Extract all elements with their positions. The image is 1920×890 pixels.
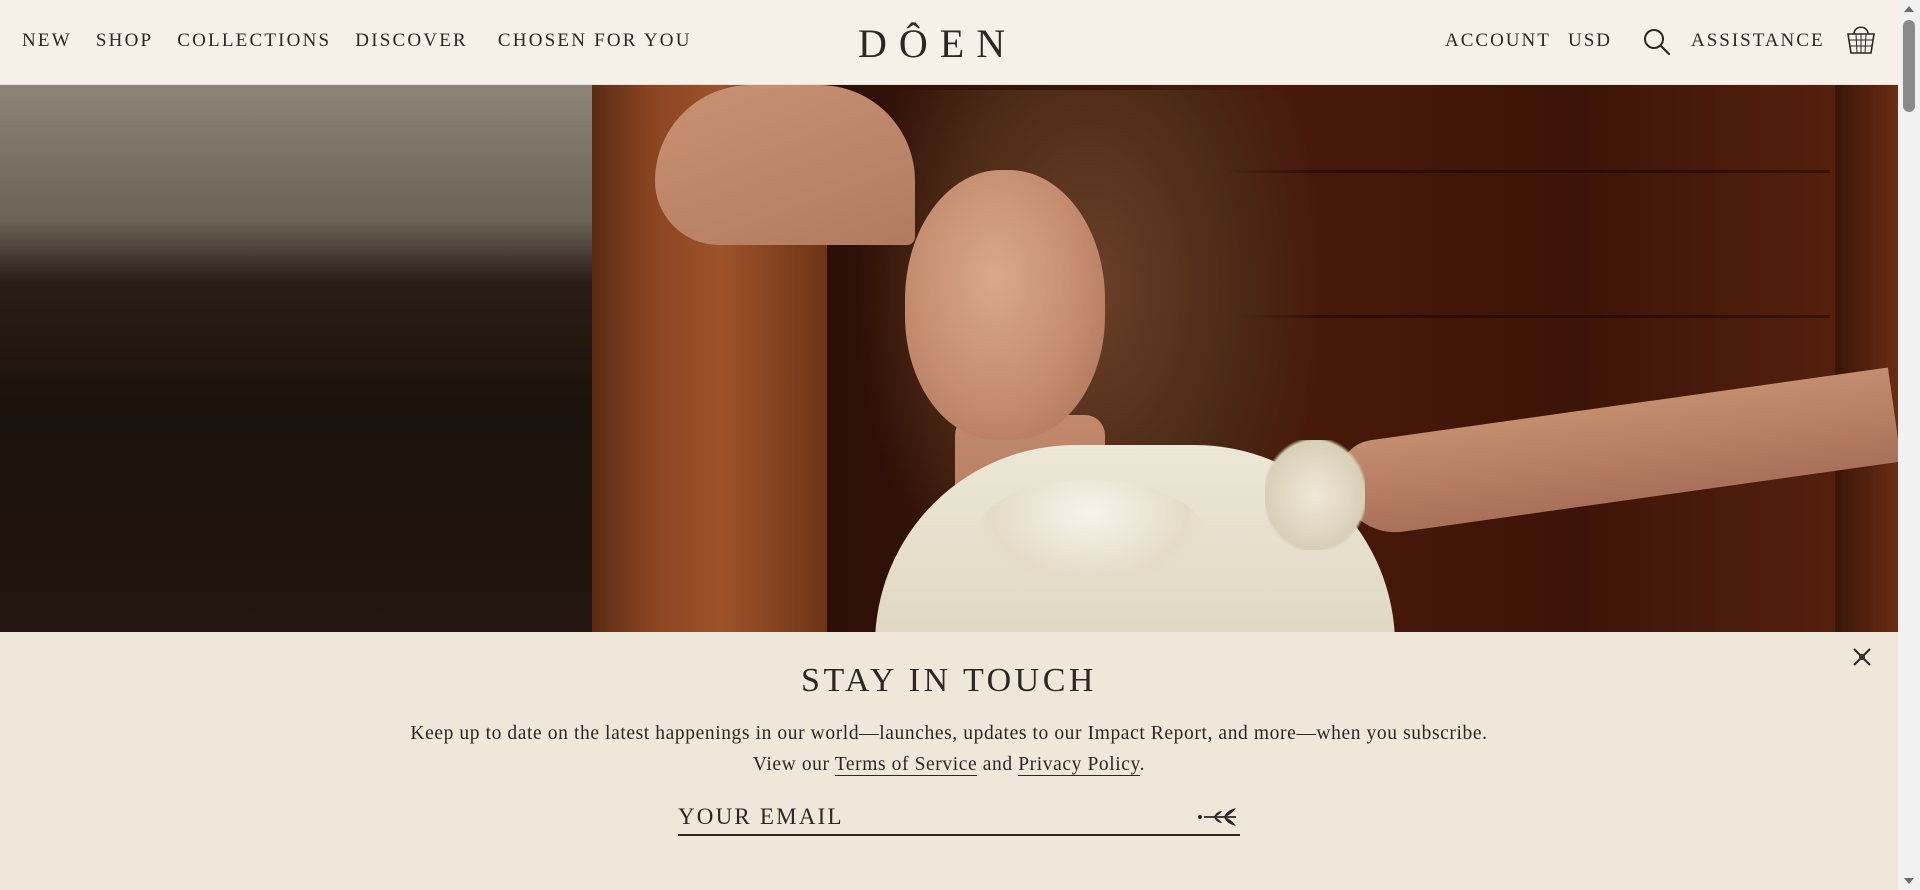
newsletter-description: Keep up to date on the latest happenings… — [0, 718, 1898, 780]
scroll-down-arrow-icon[interactable] — [1904, 878, 1914, 884]
hero-panel-line — [1230, 315, 1830, 318]
scroll-up-arrow-icon[interactable] — [1904, 6, 1914, 12]
email-input[interactable] — [678, 800, 1178, 834]
hero-image — [0, 85, 1898, 632]
nav-item-collections[interactable]: COLLECTIONS — [177, 30, 331, 52]
hero-lace-collar — [975, 480, 1205, 590]
account-link[interactable]: ACCOUNT — [1445, 30, 1551, 52]
page-scrollbar[interactable] — [1898, 0, 1920, 890]
currency-selector[interactable]: USD — [1568, 30, 1612, 52]
hero-wall — [0, 85, 600, 632]
assistance-link[interactable]: ASSISTANCE — [1691, 30, 1825, 52]
hero-raised-arm — [655, 85, 915, 245]
email-form — [678, 800, 1240, 836]
scrollbar-thumb[interactable] — [1903, 20, 1915, 112]
nav-item-shop[interactable]: SHOP — [96, 30, 153, 52]
view-our-text: View our — [752, 754, 830, 775]
site-header: NEW SHOP COLLECTIONS DISCOVER CHOSEN FOR… — [0, 0, 1898, 85]
search-icon[interactable] — [1642, 27, 1672, 57]
nav-item-chosen-for-you[interactable]: CHOSEN FOR YOU — [498, 30, 692, 52]
newsletter-body-text: Keep up to date on the latest happenings… — [410, 723, 1488, 744]
arrow-sprig-icon[interactable] — [1196, 802, 1240, 832]
primary-nav: NEW SHOP COLLECTIONS DISCOVER CHOSEN FOR… — [22, 30, 716, 52]
hero-panel-line — [1230, 170, 1830, 173]
newsletter-signup: STAY IN TOUCH Keep up to date on the lat… — [0, 632, 1898, 890]
brand-logo[interactable]: DÔEN — [858, 20, 1017, 67]
terms-of-service-link[interactable]: Terms of Service — [834, 754, 978, 776]
newsletter-title: STAY IN TOUCH — [801, 662, 1097, 699]
and-text: and — [982, 754, 1013, 775]
hero-shoulder-lace — [1265, 440, 1365, 550]
nav-item-new[interactable]: NEW — [22, 30, 72, 52]
privacy-policy-link[interactable]: Privacy Policy — [1018, 754, 1140, 776]
newsletter-legal-line: View our Terms of Service and Privacy Po… — [0, 749, 1898, 780]
hero-door-edge — [1835, 85, 1898, 632]
nav-item-discover[interactable]: DISCOVER — [355, 30, 468, 52]
shopping-basket-icon[interactable] — [1845, 22, 1877, 56]
hero-face — [905, 170, 1105, 440]
period-text: . — [1139, 754, 1146, 775]
